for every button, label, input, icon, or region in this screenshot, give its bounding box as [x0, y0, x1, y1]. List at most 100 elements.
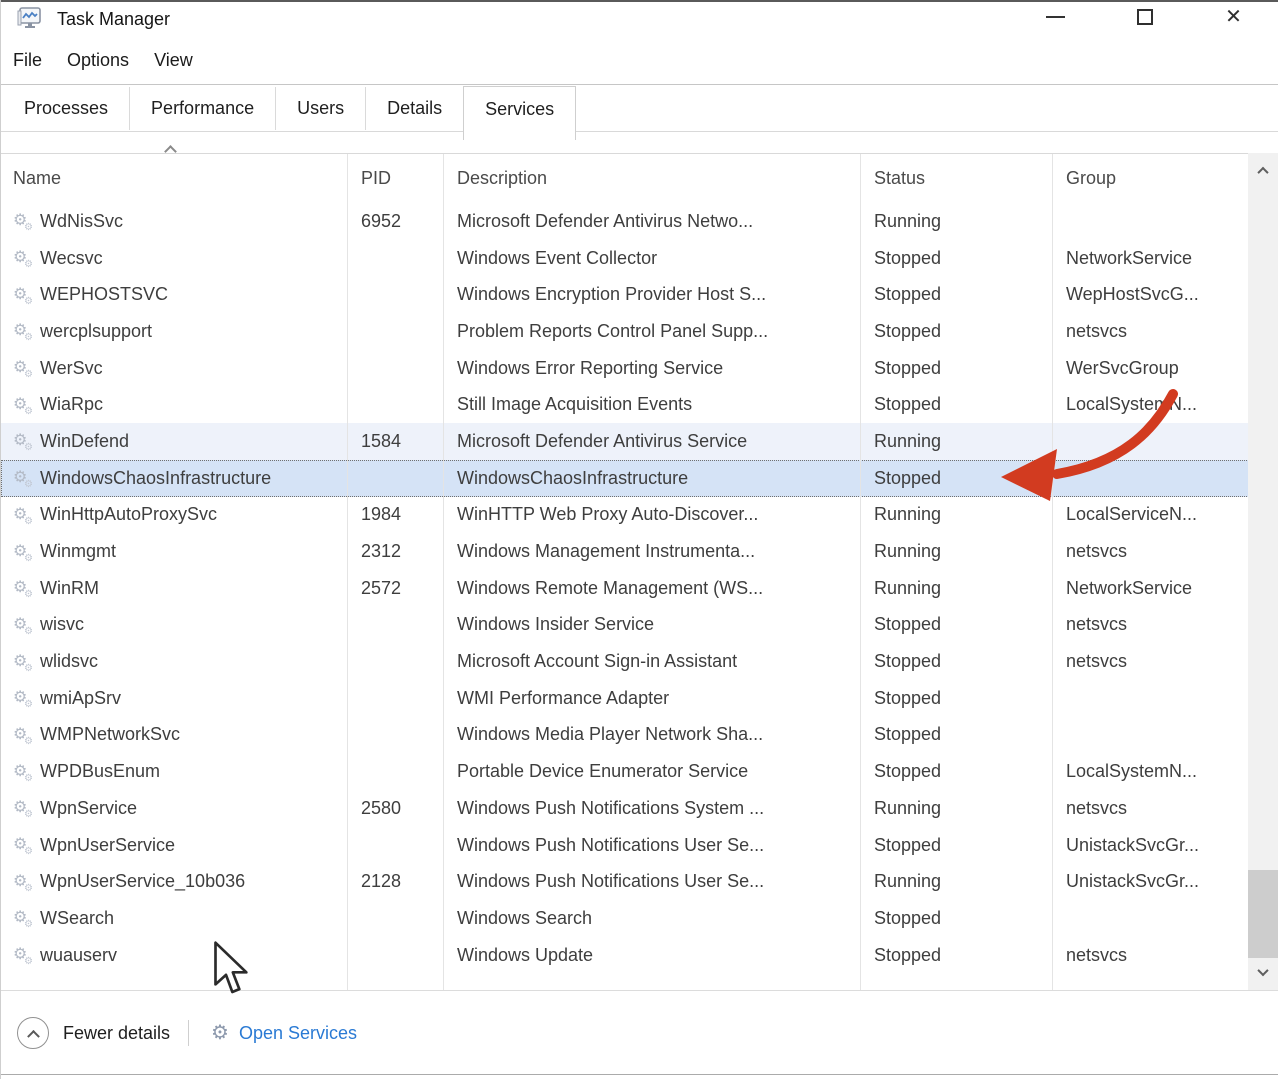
cell-name: ⚙⚙WSearch	[1, 900, 348, 937]
maximize-button[interactable]	[1100, 2, 1189, 32]
minimize-button[interactable]	[1011, 2, 1100, 32]
window-title: Task Manager	[57, 9, 170, 30]
cell-description: Microsoft Account Sign-in Assistant	[444, 643, 861, 680]
table-row[interactable]: ⚙⚙WiaRpcStill Image Acquisition EventsSt…	[1, 386, 1249, 423]
window-bottom-border	[1, 1074, 1278, 1075]
scroll-down-button[interactable]	[1248, 956, 1278, 988]
table-row[interactable]: ⚙⚙WindowsChaosInfrastructureWindowsChaos…	[1, 460, 1249, 497]
cell-status: Stopped	[861, 240, 1053, 277]
vertical-scrollbar[interactable]	[1248, 153, 1278, 990]
cell-name: ⚙⚙WinRM	[1, 570, 348, 607]
footer-divider	[188, 1020, 189, 1046]
cell-pid: 1984	[348, 497, 444, 534]
service-gear-icon: ⚙⚙	[13, 544, 40, 560]
cell-pid	[348, 240, 444, 277]
table-row[interactable]: ⚙⚙wercplsupportProblem Reports Control P…	[1, 313, 1249, 350]
window-top-border	[1, 0, 1278, 2]
tab-performance[interactable]: Performance	[130, 87, 276, 130]
tab-users[interactable]: Users	[276, 87, 366, 130]
table-row[interactable]: ⚙⚙wmiApSrv WMI Performance AdapterStopped	[1, 680, 1249, 717]
cell-description: WMI Performance Adapter	[444, 680, 861, 717]
menu-bar: File Options View	[1, 36, 1278, 84]
menu-options[interactable]: Options	[67, 50, 129, 71]
cell-pid	[348, 717, 444, 754]
table-row[interactable]: ⚙⚙WecsvcWindows Event CollectorStoppedNe…	[1, 240, 1249, 277]
table-row[interactable]: ⚙⚙WPDBusEnumPortable Device Enumerator S…	[1, 753, 1249, 790]
table-row[interactable]: ⚙⚙wlidsvcMicrosoft Account Sign-in Assis…	[1, 643, 1249, 680]
cell-status: Stopped	[861, 680, 1053, 717]
cell-status: Stopped	[861, 313, 1053, 350]
cell-group	[1053, 460, 1249, 497]
menu-view[interactable]: View	[154, 50, 193, 71]
service-gear-icon: ⚙⚙	[13, 690, 40, 706]
column-header-description[interactable]: Description	[444, 154, 861, 203]
table-row[interactable]: ⚙⚙WdNisSvc6952Microsoft Defender Antivir…	[1, 203, 1249, 240]
cell-name: ⚙⚙WMPNetworkSvc	[1, 717, 348, 754]
table-header: NamePIDDescriptionStatusGroup	[1, 154, 1249, 203]
table-row[interactable]: ⚙⚙WinHttpAutoProxySvc1984WinHTTP Web Pro…	[1, 497, 1249, 534]
cell-name: ⚙⚙wmiApSrv	[1, 680, 348, 717]
cell-status: Stopped	[861, 937, 1053, 974]
service-gear-icon: ⚙⚙	[13, 287, 40, 303]
table-row[interactable]: ⚙⚙WSearchWindows SearchStopped	[1, 900, 1249, 937]
tab-processes[interactable]: Processes	[3, 87, 130, 130]
cell-status: Running	[861, 533, 1053, 570]
cell-description: Windows Remote Management (WS...	[444, 570, 861, 607]
table-row[interactable]: ⚙⚙WpnService2580Windows Push Notificatio…	[1, 790, 1249, 827]
cell-status: Stopped	[861, 827, 1053, 864]
cell-pid	[348, 900, 444, 937]
cell-description: Windows Search	[444, 900, 861, 937]
service-gear-icon: ⚙⚙	[13, 654, 40, 670]
cell-status: Running	[861, 423, 1053, 460]
footer-bar: Fewer details ⚙ Open Services	[1, 990, 1278, 1075]
cell-name: ⚙⚙WindowsChaosInfrastructure	[1, 460, 348, 497]
service-gear-icon: ⚙⚙	[13, 250, 40, 266]
service-gear-icon: ⚙⚙	[13, 213, 40, 229]
table-row[interactable]: ⚙⚙WEPHOSTSVCWindows Encryption Provider …	[1, 276, 1249, 313]
table-row[interactable]: ⚙⚙WinDefend1584Microsoft Defender Antivi…	[1, 423, 1249, 460]
cell-description: Microsoft Defender Antivirus Netwo...	[444, 203, 861, 240]
tab-details[interactable]: Details	[366, 87, 464, 130]
table-row[interactable]: ⚙⚙wuauserv Windows UpdateStoppednetsvcs	[1, 937, 1249, 974]
table-row[interactable]: ⚙⚙WpnUserServiceWindows Push Notificatio…	[1, 827, 1249, 864]
cell-description: Windows Insider Service	[444, 607, 861, 644]
table-row[interactable]: ⚙⚙WinRM2572Windows Remote Management (WS…	[1, 570, 1249, 607]
table-row[interactable]: ⚙⚙wisvcWindows Insider ServiceStoppednet…	[1, 607, 1249, 644]
table-row[interactable]: ⚙⚙WMPNetworkSvc Windows Media Player Netw…	[1, 717, 1249, 754]
table-row[interactable]: ⚙⚙WpnUserService_10b0362128Windows Push …	[1, 863, 1249, 900]
cell-description: Still Image Acquisition Events	[444, 386, 861, 423]
cell-description: Windows Update	[444, 937, 861, 974]
cell-group: netsvcs	[1053, 643, 1249, 680]
cell-name: ⚙⚙WinDefend	[1, 423, 348, 460]
column-header-pid[interactable]: PID	[348, 154, 444, 203]
service-gear-icon: ⚙⚙	[13, 947, 40, 963]
cell-pid	[348, 680, 444, 717]
cell-pid	[348, 827, 444, 864]
fewer-details-button[interactable]: Fewer details	[1, 1017, 170, 1049]
tab-services[interactable]: Services	[463, 86, 576, 140]
cell-pid	[348, 350, 444, 387]
scroll-up-button[interactable]	[1248, 155, 1278, 187]
cell-pid	[348, 276, 444, 313]
cell-group: netsvcs	[1053, 937, 1249, 974]
cell-name: ⚙⚙wuauserv	[1, 937, 348, 974]
menu-file[interactable]: File	[13, 50, 42, 71]
column-header-group[interactable]: Group	[1053, 154, 1249, 203]
scrollbar-thumb[interactable]	[1248, 870, 1278, 958]
close-icon: ✕	[1225, 7, 1242, 27]
table-row[interactable]: ⚙⚙WerSvcWindows Error Reporting ServiceS…	[1, 350, 1249, 387]
cell-description: Windows Media Player Network Sha...	[444, 717, 861, 754]
fewer-details-label: Fewer details	[63, 1023, 170, 1044]
column-header-status[interactable]: Status	[861, 154, 1053, 203]
minimize-icon	[1046, 16, 1065, 18]
cell-status: Stopped	[861, 350, 1053, 387]
title-bar: Task Manager ✕	[1, 2, 1278, 36]
cell-description: Problem Reports Control Panel Supp...	[444, 313, 861, 350]
cell-pid	[348, 460, 444, 497]
table-row[interactable]: ⚙⚙Winmgmt2312Windows Management Instrume…	[1, 533, 1249, 570]
chevron-down-icon	[1257, 965, 1268, 976]
close-button[interactable]: ✕	[1189, 2, 1278, 32]
open-services-link[interactable]: ⚙ Open Services	[211, 1023, 357, 1044]
service-gear-icon: ⚙⚙	[13, 433, 40, 449]
column-header-name[interactable]: Name	[1, 154, 348, 203]
